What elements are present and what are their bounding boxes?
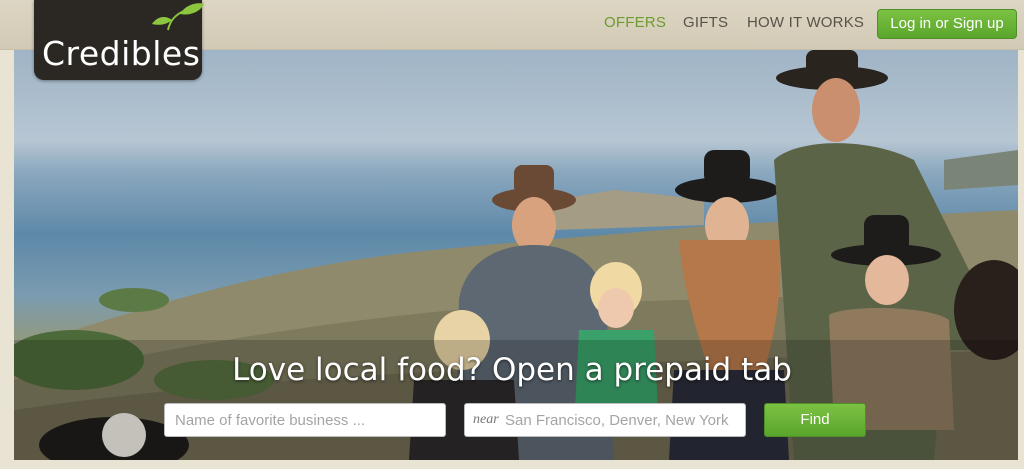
logo[interactable]: Credibles xyxy=(34,0,204,80)
find-button[interactable]: Find xyxy=(764,403,866,437)
location-field[interactable]: near xyxy=(464,403,746,437)
nav-offers[interactable]: OFFERS xyxy=(604,14,666,31)
location-input[interactable] xyxy=(505,405,743,435)
nav-gifts[interactable]: GIFTS xyxy=(683,14,728,31)
hero-scene xyxy=(14,50,1018,460)
sprout-icon xyxy=(152,3,204,31)
hero-tagline: Love local food? Open a prepaid tab xyxy=(232,352,792,388)
near-label: near xyxy=(473,412,499,427)
logo-text: Credibles xyxy=(42,34,201,73)
hero-photo xyxy=(14,50,1018,460)
nav-how-it-works[interactable]: HOW IT WORKS xyxy=(747,14,864,31)
business-search-input[interactable] xyxy=(164,403,446,437)
login-signup-button[interactable]: Log in or Sign up xyxy=(877,9,1017,39)
